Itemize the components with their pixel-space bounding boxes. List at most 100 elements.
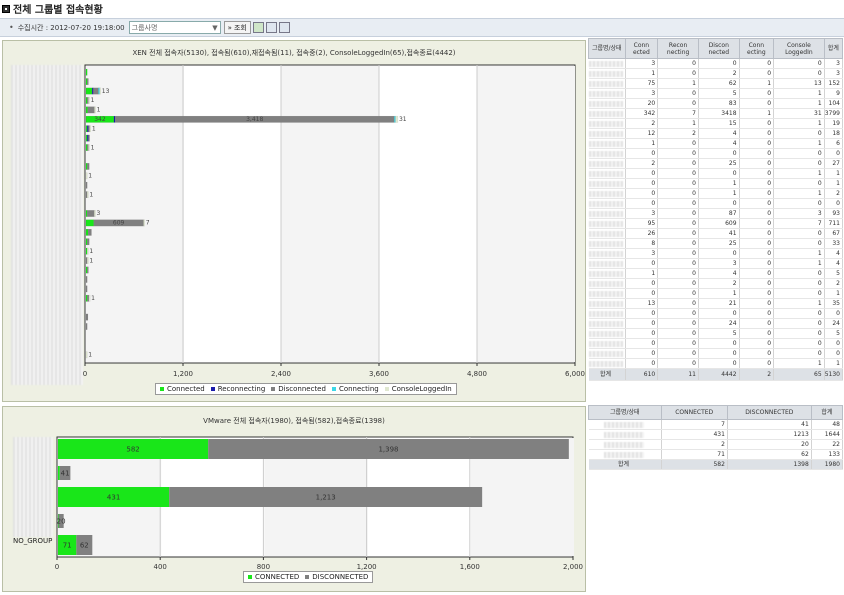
table-row: 102003 <box>588 68 844 79</box>
group-name-cell <box>588 288 626 299</box>
xen-bar-disconnected <box>87 294 90 302</box>
xen-bar-console-logged-in <box>395 115 399 123</box>
table-cell: 0 <box>773 198 825 209</box>
table-cell: 1 <box>773 248 825 259</box>
table-cell: 0 <box>657 318 699 329</box>
xen-bar-end-label: 1 <box>88 352 92 359</box>
table-cell: 2 <box>824 278 844 289</box>
xen-bar-connected <box>85 106 88 114</box>
table-row: 71 62 133 <box>588 449 844 460</box>
xen-bar-end-label: 1 <box>88 173 92 180</box>
total-cell: 1398 <box>727 459 812 470</box>
xen-bar-console-logged-in <box>143 219 145 227</box>
table-cell: 0 <box>739 168 775 179</box>
xen-bar-connected <box>85 247 88 255</box>
xen-bar-end-label: 7 <box>146 220 150 227</box>
table-cell: 0 <box>657 238 699 249</box>
xen-bar-console-logged-in <box>85 172 88 180</box>
table-cell: 0 <box>657 328 699 339</box>
group-name-cell <box>588 138 626 149</box>
table-cell: 2 <box>657 128 699 139</box>
table-cell: 2 <box>661 439 728 450</box>
xen-bar-disconnected <box>85 191 88 199</box>
table-cell: 0 <box>773 228 825 239</box>
table-cell: 3 <box>773 208 825 219</box>
refresh-icon[interactable] <box>265 22 277 33</box>
table-cell: 27 <box>824 158 844 169</box>
xen-bar-connecting <box>394 115 396 123</box>
xen-bar-disconnected <box>85 257 88 264</box>
table-cell: 0 <box>657 68 699 79</box>
legend-connected: CONNECTED <box>248 573 299 581</box>
xen-tick-label: 3,600 <box>369 370 389 378</box>
table-cell: 26 <box>625 228 659 239</box>
table-cell: 5 <box>824 328 844 339</box>
group-name-cell <box>588 328 626 339</box>
xen-bar-disconnected <box>88 134 90 142</box>
table-cell: 95 <box>625 218 659 229</box>
table-cell: 0 <box>657 198 699 209</box>
xen-tick-label: 1,200 <box>173 370 193 378</box>
xen-bar-connected <box>85 78 88 85</box>
xen-chart: 1311342 3,418 3111113609 71111 0 1,200 2,400 3… <box>83 64 585 378</box>
table-cell: 0 <box>657 268 699 279</box>
table-cell: 4 <box>824 248 844 259</box>
group-name-cell <box>588 208 626 219</box>
table-cell: 71 <box>661 449 728 460</box>
group-name-cell <box>588 58 626 69</box>
table-cell: 0 <box>657 58 699 69</box>
table-row: 8 0 25 0 0 33 <box>588 238 844 249</box>
total-cell: 65 <box>773 368 825 381</box>
xen-bar-connected <box>85 87 93 95</box>
table-cell: 0 <box>739 158 775 169</box>
bullet-icon: • <box>9 23 14 32</box>
xen-bar-end-label: 1 <box>97 107 101 114</box>
xen-bar-connected <box>85 294 88 302</box>
xen-bar-disconnected <box>87 78 89 85</box>
xen-grid-band <box>86 66 184 362</box>
xen-bar-end-label: 3 <box>97 210 101 217</box>
table-cell: 0 <box>657 228 699 239</box>
page-header: 전체 그룹별 접속현황 <box>0 0 844 17</box>
table-cell: 1 <box>824 178 844 189</box>
xen-bar-disconnected <box>87 238 90 246</box>
table-cell: 0 <box>625 148 659 159</box>
xen-bar-end-label: 1 <box>89 191 93 198</box>
table-cell: 0 <box>739 278 775 289</box>
table-cell: 2 <box>698 68 740 79</box>
vm-bar-label: 582 <box>126 446 139 454</box>
table-cell: 0 <box>739 268 775 279</box>
excel-export-icon[interactable] <box>252 22 264 33</box>
table-cell: 3418 <box>698 108 740 119</box>
table-cell: 0 <box>625 178 659 189</box>
table-row: 000011 <box>588 168 844 179</box>
group-name-cell <box>588 439 662 450</box>
column-header: Console LoggedIn <box>773 38 825 59</box>
print-icon[interactable] <box>278 22 290 33</box>
table-row: 300003 <box>588 58 844 69</box>
table-cell: 5 <box>698 328 740 339</box>
total-row: 합계 582 1398 1980 <box>588 459 844 470</box>
vmware-status-table: 그룹명/상태 CONNECTED DISCONNECTED 합계 7 41 48 431 12… <box>588 405 844 470</box>
table-cell: 7 <box>661 419 728 430</box>
table-cell: 0 <box>657 218 699 229</box>
search-toolbar: • 수집시간 : 2012-07-20 19:18:00 그룹사명 ▼ » 조회 <box>0 18 844 37</box>
column-header: 그룹명/상태 <box>588 38 626 59</box>
group-name-cell <box>588 148 626 159</box>
xen-bar-end-label: 1 <box>92 125 96 132</box>
xen-bar-disconnected <box>87 210 95 217</box>
xen-bar-disconnected <box>85 181 88 189</box>
table-row: 75 1 62 1 13 152 <box>588 78 844 89</box>
xen-chart-panel: XEN 전체 접속자(5130), 접속됨(610),재접속됨(11), 접속중… <box>2 40 586 402</box>
table-cell: 0 <box>625 188 659 199</box>
table-cell: 0 <box>625 348 659 359</box>
table-row: 431 1213 1644 <box>588 429 844 440</box>
table-cell: 19 <box>824 118 844 129</box>
group-select[interactable]: 그룹사명 ▼ <box>128 21 221 34</box>
table-cell: 20 <box>727 439 812 450</box>
table-cell: 0 <box>625 278 659 289</box>
table-cell: 0 <box>739 258 775 269</box>
table-row: 342 7 3418 1 31 3799 <box>588 108 844 119</box>
table-cell: 1 <box>773 168 825 179</box>
search-button[interactable]: » 조회 <box>223 21 251 34</box>
